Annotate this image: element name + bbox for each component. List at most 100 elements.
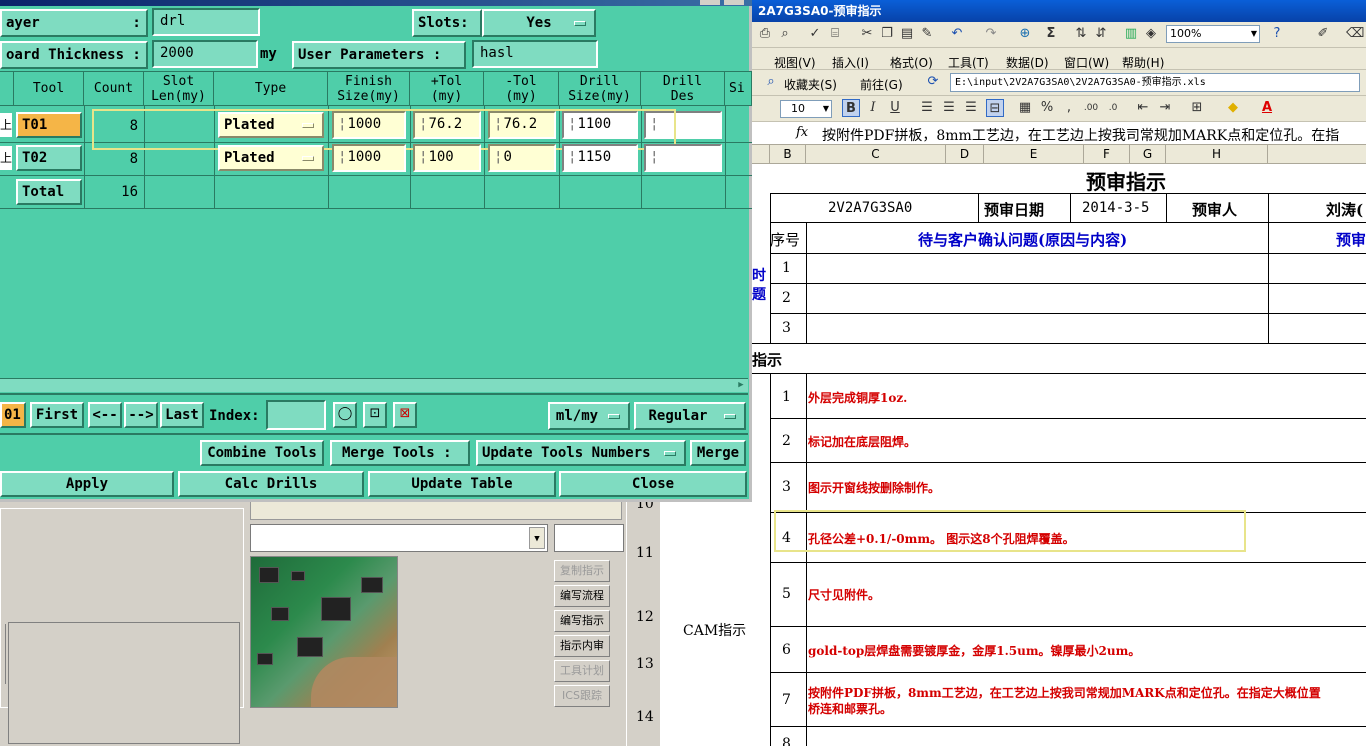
formula-input[interactable]: 按附件PDF拼板，8mm工艺边，在工艺边上按我司常规加MARK点和定位孔。在指: [822, 125, 1339, 145]
menu-tools[interactable]: 工具(T): [948, 54, 989, 71]
fill-color-icon[interactable]: ◆: [1224, 99, 1242, 117]
instruction-review-button[interactable]: 指示内审: [554, 635, 610, 657]
scroll-right-icon[interactable]: ▶: [734, 379, 748, 392]
copy-icon[interactable]: ❐: [878, 25, 896, 43]
prev-button[interactable]: <--: [88, 402, 122, 428]
align-left-icon[interactable]: ☰: [918, 99, 936, 117]
address-field[interactable]: E:\input\2V2A7G3SA0\2V2A7G3SA0-预审指示.xls: [950, 73, 1360, 92]
col-header-e[interactable]: E: [984, 145, 1084, 164]
decrease-decimal-icon[interactable]: .0: [1104, 99, 1122, 117]
mode-dropdown[interactable]: Regular: [634, 402, 746, 430]
bulb-icon[interactable]: ◯: [333, 402, 357, 428]
menu-format[interactable]: 格式(O): [890, 54, 933, 71]
menu-data[interactable]: 数据(D): [1006, 54, 1049, 71]
zoom-box[interactable]: 100% ▼: [1166, 25, 1260, 43]
chart-icon[interactable]: ▥: [1122, 25, 1140, 43]
preview-icon[interactable]: ⌕: [776, 25, 794, 43]
currency-icon[interactable]: ▦: [1016, 99, 1034, 117]
indent-icon[interactable]: ⇥: [1156, 99, 1174, 117]
update-table-button[interactable]: Update Table: [368, 471, 556, 497]
combo-box[interactable]: ▼: [250, 524, 548, 552]
list-panel[interactable]: [8, 622, 240, 744]
chevron-down-icon[interactable]: ▼: [529, 527, 545, 549]
sort-asc-icon[interactable]: ⇅: [1072, 25, 1090, 43]
ics-track-button[interactable]: ICS跟踪: [554, 685, 610, 707]
combine-tools-button[interactable]: Combine Tools: [200, 440, 324, 466]
horizontal-scrollbar[interactable]: ▶: [0, 378, 748, 392]
align-center-icon[interactable]: ☰: [940, 99, 958, 117]
next-button[interactable]: -->: [124, 402, 158, 428]
slots-dropdown[interactable]: Yes: [482, 9, 596, 37]
eraser-icon[interactable]: ⌫: [1346, 25, 1364, 43]
menu-help[interactable]: 帮助(H): [1122, 54, 1164, 71]
menu-view[interactable]: 视图(V): [774, 54, 816, 71]
merge-button[interactable]: Merge: [690, 440, 746, 466]
finish-size-field[interactable]: ¦1000: [332, 144, 406, 172]
borders-icon[interactable]: ⊞: [1188, 99, 1206, 117]
italic-icon[interactable]: I: [864, 99, 882, 117]
minimize-icon[interactable]: [700, 0, 720, 5]
text-box[interactable]: [554, 524, 624, 552]
col-header-g[interactable]: G: [1130, 145, 1166, 164]
help-icon[interactable]: ?: [1268, 25, 1286, 43]
menu-window[interactable]: 窗口(W): [1064, 54, 1109, 71]
units-dropdown[interactable]: ml/my: [548, 402, 630, 430]
increase-decimal-icon[interactable]: .00: [1082, 99, 1100, 117]
undo-icon[interactable]: ↶: [948, 25, 966, 43]
board-thickness-field[interactable]: 2000: [152, 40, 258, 68]
favorites-icon[interactable]: ⌕: [762, 73, 780, 91]
font-size-box[interactable]: 10 ▼: [780, 100, 832, 118]
last-button[interactable]: Last: [160, 402, 204, 428]
refresh-icon[interactable]: ⟳: [924, 73, 942, 91]
format-painter-icon[interactable]: ✎: [918, 25, 936, 43]
apply-button[interactable]: Apply: [0, 471, 174, 497]
underline-icon[interactable]: U: [886, 99, 904, 117]
draw-icon[interactable]: ⊡: [363, 402, 387, 428]
merge-center-icon[interactable]: ⊟: [986, 99, 1004, 117]
favorites-menu[interactable]: 收藏夹(S): [784, 76, 837, 93]
cut-icon[interactable]: ✂: [858, 25, 876, 43]
total-button[interactable]: Total: [16, 179, 82, 205]
minus-tol-field[interactable]: ¦0: [488, 144, 556, 172]
percent-icon[interactable]: %: [1038, 99, 1056, 117]
write-instruction-button[interactable]: 编写指示: [554, 610, 610, 632]
font-color-icon[interactable]: A: [1258, 99, 1276, 117]
spell-icon[interactable]: ✓: [806, 25, 824, 43]
type-dropdown[interactable]: Plated: [218, 145, 324, 171]
close-icon[interactable]: [724, 0, 744, 5]
outdent-icon[interactable]: ⇤: [1134, 99, 1152, 117]
index-field[interactable]: [266, 400, 326, 430]
bold-icon[interactable]: B: [842, 99, 860, 117]
autosum-icon[interactable]: Σ: [1042, 25, 1060, 43]
drill-des-field[interactable]: ¦: [644, 144, 722, 172]
plus-tol-field[interactable]: ¦100: [413, 144, 481, 172]
align-right-icon[interactable]: ☰: [962, 99, 980, 117]
col-header-c[interactable]: C: [806, 145, 946, 164]
col-header-f[interactable]: F: [1084, 145, 1130, 164]
update-tools-numbers-dropdown[interactable]: Update Tools Numbers: [476, 440, 686, 466]
close-button[interactable]: Close: [559, 471, 747, 497]
goto-menu[interactable]: 前往(G): [860, 76, 903, 93]
first-button[interactable]: First: [30, 402, 84, 428]
edit-icon[interactable]: ✐: [1314, 25, 1332, 43]
drill-size-field[interactable]: ¦1150: [562, 144, 638, 172]
layer-field[interactable]: drl: [152, 8, 260, 36]
col-header-h[interactable]: H: [1166, 145, 1268, 164]
tool-button-t01[interactable]: T01: [16, 112, 82, 138]
sort-desc-icon[interactable]: ⇵: [1092, 25, 1110, 43]
comma-icon[interactable]: ,: [1060, 99, 1078, 117]
menu-insert[interactable]: 插入(I): [832, 54, 869, 71]
delete-icon[interactable]: ⊠: [393, 402, 417, 428]
calc-drills-button[interactable]: Calc Drills: [178, 471, 364, 497]
col-header-d[interactable]: D: [946, 145, 984, 164]
tool-button-t02[interactable]: T02: [16, 145, 82, 171]
redo-icon[interactable]: ↷: [982, 25, 1000, 43]
col-header-b[interactable]: B: [770, 145, 806, 164]
print-icon[interactable]: ⎙: [756, 25, 774, 43]
tool-plan-button[interactable]: 工具计划: [554, 660, 610, 682]
paste-icon[interactable]: ▤: [898, 25, 916, 43]
write-flow-button[interactable]: 编写流程: [554, 585, 610, 607]
research-icon[interactable]: ⌸: [826, 25, 844, 43]
drawing-icon[interactable]: ◈: [1142, 25, 1160, 43]
user-parameters-field[interactable]: hasl: [472, 40, 598, 68]
